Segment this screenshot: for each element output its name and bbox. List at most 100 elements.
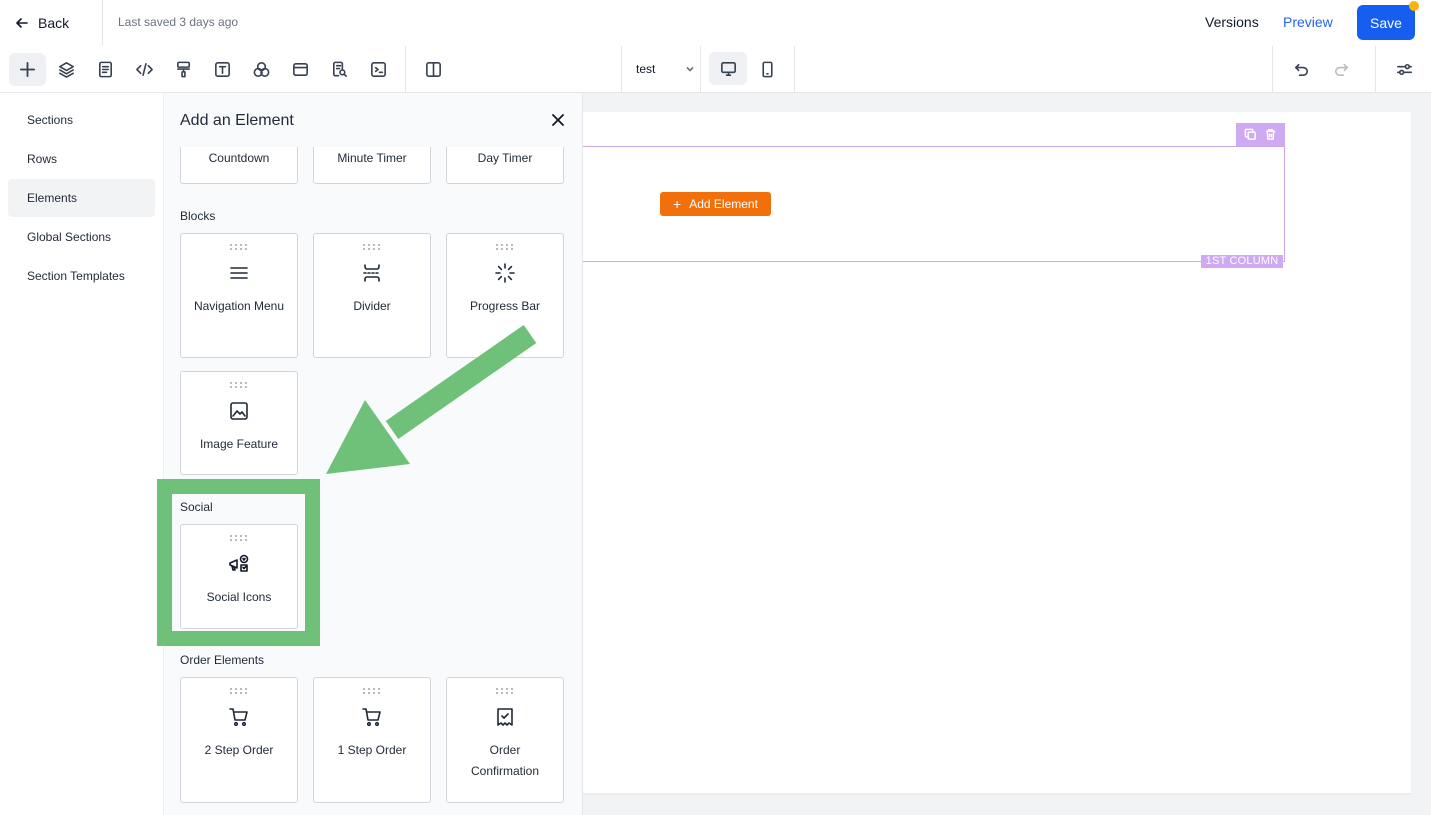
plus-icon: + [673,196,682,212]
add-icon [19,61,36,78]
redo-button[interactable] [1326,54,1356,84]
copy-icon[interactable] [1244,128,1257,141]
nav-item-section-templates[interactable]: Section Templates [8,257,155,295]
add-element-tool[interactable] [9,53,46,86]
top-bar: Back Last saved 3 days ago Versions Prev… [0,0,1431,46]
shapes-icon [253,61,269,77]
menu-icon [228,262,250,284]
back-button[interactable]: Back [14,12,69,34]
scripts-tool[interactable] [363,54,393,84]
mobile-icon [761,61,773,77]
mobile-view-button[interactable] [752,54,782,84]
preview-link[interactable]: Preview [1283,14,1333,30]
drag-handle-icon [363,244,381,250]
divider [700,46,701,92]
nav-item-rows[interactable]: Rows [8,140,155,178]
drag-handle-icon [230,382,248,388]
element-card-progress-bar[interactable]: Progress Bar [446,233,564,358]
terminal-icon [370,61,386,77]
code-icon [135,62,153,76]
element-card-1-step-order[interactable]: 1 Step Order [313,677,431,803]
page-select[interactable]: test [636,62,695,76]
close-panel-button[interactable] [550,112,566,128]
typography-tool[interactable] [207,54,237,84]
panel-title: Add an Element [180,112,294,129]
last-saved-text: Last saved 3 days ago [118,15,239,29]
cart-icon [361,706,383,728]
seo-tool[interactable] [324,54,354,84]
desktop-view-button[interactable] [709,52,747,85]
add-element-label: Add Element [689,197,758,211]
layers-icon [58,61,74,78]
divider [1272,46,1273,92]
receipt-check-icon [494,706,516,728]
annotation-highlight-box [157,479,320,646]
editor-toolbar: test [0,46,1431,93]
element-card-2-step-order[interactable]: 2 Step Order [180,677,298,803]
pages-tool[interactable] [90,54,120,84]
element-card-label: 1 Step Order [337,743,407,757]
settings-button[interactable] [1389,54,1419,84]
drag-handle-icon [230,244,248,250]
chevron-down-icon [686,66,694,72]
versions-link[interactable]: Versions [1205,14,1259,30]
nav-item-global-sections[interactable]: Global Sections [8,218,155,256]
section-label-order-elements: Order Elements [180,653,265,667]
layout-icon [292,62,308,76]
paint-roller-icon [176,61,190,77]
element-card-label: Divider [353,299,391,313]
image-icon [228,400,250,422]
cart-icon [228,706,250,728]
nav-item-sections[interactable]: Sections [8,101,155,139]
element-card-label: Image Feature [199,437,279,451]
page-icon [98,61,112,77]
column-actions [1236,123,1285,146]
divider [405,46,406,92]
save-button[interactable]: Save [1357,5,1415,40]
divider [794,46,795,92]
page-select-value: test [636,62,656,76]
element-card-label: Countdown [208,151,270,165]
spinner-icon [494,262,516,284]
add-element-panel: Countdown Minute Timer Day Timer Add an … [163,93,583,815]
layers-tool[interactable] [51,54,81,84]
divider [1375,46,1376,92]
divider-icon [361,262,383,284]
back-label: Back [38,15,70,31]
code-tool[interactable] [129,54,159,84]
drag-handle-icon [496,688,514,694]
element-card-label: Order Confirmation [470,743,540,778]
drag-handle-icon [496,244,514,250]
nav-item-elements[interactable]: Elements [8,179,155,217]
element-card-label: 2 Step Order [204,743,274,757]
element-card-label: Navigation Menu [193,299,285,313]
divider [102,0,103,46]
split-view-tool[interactable] [418,54,448,84]
add-element-button[interactable]: + Add Element [660,192,771,216]
drag-handle-icon [230,688,248,694]
element-card-navigation-menu[interactable]: Navigation Menu [180,233,298,358]
close-icon [552,114,564,126]
styles-tool[interactable] [168,54,198,84]
settings-sliders-icon [1396,63,1412,75]
undo-button[interactable] [1286,54,1316,84]
trash-icon[interactable] [1264,128,1277,141]
divider [621,46,622,92]
arrow-left-icon [16,18,28,28]
element-card-divider[interactable]: Divider [313,233,431,358]
desktop-icon [720,61,736,76]
undo-icon [1294,63,1308,76]
panel-header: Add an Element [164,93,582,147]
components-tool[interactable] [246,54,276,84]
column-label: 1ST COLUMN [1201,255,1283,268]
element-card-order-confirmation[interactable]: Order Confirmation [446,677,564,803]
element-card-label: Minute Timer [337,151,407,165]
left-nav: Sections Rows Elements Global Sections S… [0,93,163,815]
redo-icon [1334,63,1348,76]
text-icon [214,61,230,77]
element-card-image-feature[interactable]: Image Feature [180,371,298,475]
unsaved-indicator-dot [1409,1,1419,11]
element-card-label: Progress Bar [469,299,541,313]
search-doc-icon [332,61,347,77]
layout-tool[interactable] [285,54,315,84]
